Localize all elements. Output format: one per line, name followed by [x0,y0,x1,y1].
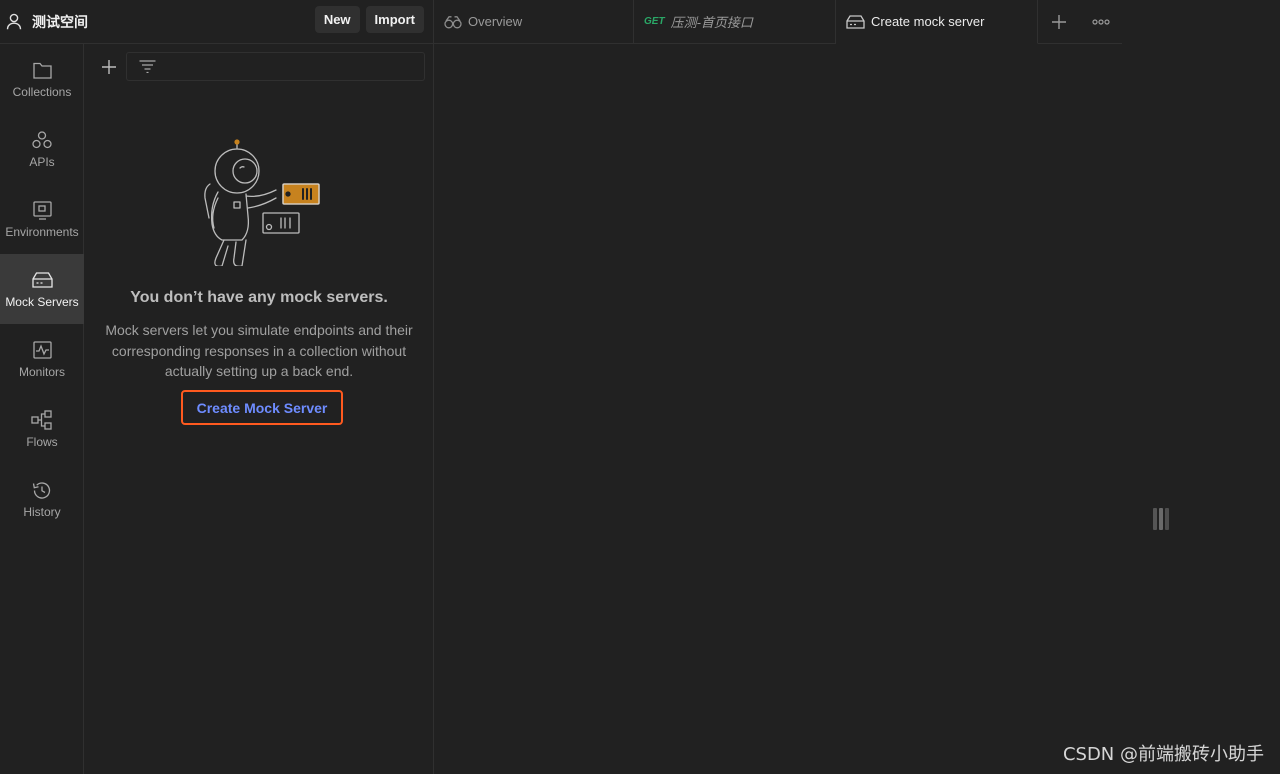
user-icon[interactable] [6,13,24,31]
tab-request[interactable]: GET 压测-首页接口 [634,0,836,44]
mock-servers-icon [31,269,53,291]
request-method-badge: GET [644,16,665,27]
sidebar-item-label: Mock Servers [5,295,79,309]
more-icon [1092,18,1110,25]
tab-label: Create mock server [871,14,985,29]
mock-servers-panel: You don’t have any mock servers. Mock se… [84,44,434,774]
loader-bar [1159,508,1163,530]
sidebar-nav: Collections APIs Environments Mock Serve… [0,44,84,774]
watermark: CSDN @前端搬砖小助手 [1062,744,1264,765]
overview-icon [444,15,462,29]
new-button[interactable]: New [314,6,360,33]
loading-indicator [1153,508,1173,530]
sidebar-item-label: Environments [5,225,79,239]
new-tab-button[interactable] [1038,0,1080,44]
sidebar-item-label: APIs [29,155,55,169]
sidebar-item-history[interactable]: History [0,464,84,534]
sidebar-item-collections[interactable]: Collections [0,44,84,114]
tab-overview[interactable]: Overview [434,0,634,44]
workspace-name[interactable]: 测试空间 [32,12,88,32]
tab-create-mock-server[interactable]: Create mock server [836,0,1038,44]
filter-search-box[interactable] [126,52,425,81]
sidebar-item-mock-servers[interactable]: Mock Servers [0,254,84,324]
flows-icon [31,409,53,431]
collections-icon [32,59,52,81]
empty-state-description: Mock servers let you simulate endpoints … [105,322,413,379]
history-icon [32,479,52,501]
monitors-icon [32,339,52,361]
tab-label: Overview [468,14,523,29]
sidebar-item-flows[interactable]: Flows [0,394,84,464]
app-window: 测试空间 New Import Overview GET 压测-首页接口 Cre… [0,0,1280,774]
empty-state-title: You don’t have any mock servers. [130,289,388,306]
sidebar-item-label: Collections [12,85,72,99]
import-button[interactable]: Import [365,6,424,33]
apis-icon [32,129,52,151]
top-header: 测试空间 New Import Overview GET 压测-首页接口 Cre… [0,0,1280,44]
create-mock-server-button[interactable]: Create Mock Server [181,390,343,425]
loader-bar [1165,508,1169,530]
sidebar-item-label: History [23,505,61,519]
sidebar-item-monitors[interactable]: Monitors [0,324,84,394]
loader-bar [1153,508,1157,530]
workspace-actions: New Import [314,6,424,33]
plus-icon [102,60,116,74]
sidebar-item-apis[interactable]: APIs [0,114,84,184]
sidebar-item-label: Flows [26,435,58,449]
sidebar-item-environments[interactable]: Environments [0,184,84,254]
mock-server-icon [846,14,865,29]
main-content [435,44,1280,774]
filter-icon [139,60,156,73]
plus-icon [1052,14,1066,29]
astronaut-illustration [204,139,320,266]
tab-label: 压测-首页接口 [670,15,753,30]
tab-bar: Overview GET 压测-首页接口 Create mock server [434,0,1122,44]
workspace-bar: 测试空间 New Import [0,0,434,44]
sidebar-item-label: Monitors [18,365,65,379]
add-mock-server-button[interactable] [99,57,119,77]
environments-icon [32,199,52,221]
more-tabs-button[interactable] [1080,0,1122,44]
